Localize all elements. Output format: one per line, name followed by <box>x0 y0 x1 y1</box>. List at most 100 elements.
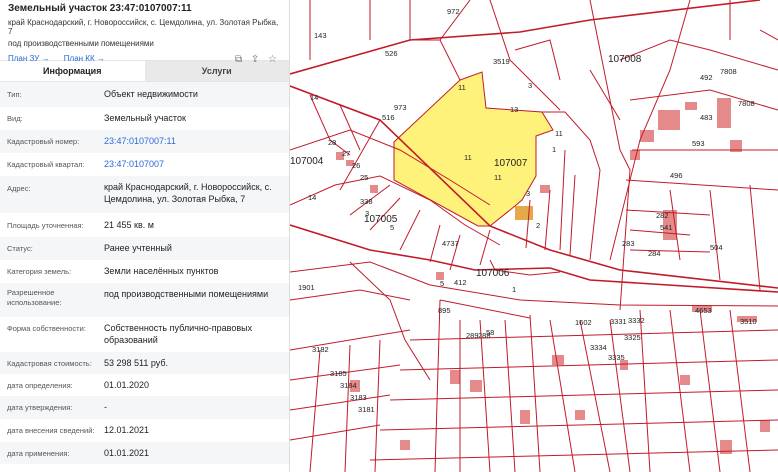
building <box>552 355 564 365</box>
table-row: дата внесения сведений: 12.01.2021 <box>0 419 289 442</box>
table-row: дата применения: 01.01.2021 <box>0 442 289 464</box>
copy-icon[interactable]: ⧉ <box>235 54 242 65</box>
row-key: Статус: <box>7 244 33 253</box>
building <box>400 440 410 450</box>
parcel-label: 4653 <box>695 306 712 315</box>
parcel-label: 3184 <box>340 381 357 390</box>
share-icon[interactable]: ⇪ <box>251 54 259 65</box>
parcel-label: 58 <box>486 328 494 337</box>
building <box>520 410 530 424</box>
parcel-label: 3185 <box>330 369 347 378</box>
building <box>370 185 378 193</box>
parcel-label: 3 <box>528 81 532 90</box>
parcel-label: 1602 <box>575 318 592 327</box>
plan-kk-link[interactable]: План КК → <box>64 54 105 63</box>
parcel-label: 496 <box>670 171 683 180</box>
table-row: Кадастровый квартал: 23:47:0107007 <box>0 153 289 176</box>
building <box>760 420 770 432</box>
cadastral-quarter-link[interactable]: 23:47:0107007 <box>104 158 284 170</box>
building <box>540 185 550 193</box>
building <box>470 380 482 392</box>
selected-parcel[interactable] <box>393 71 554 227</box>
row-key: Вид: <box>7 114 23 123</box>
parcel-label: 27 <box>342 149 350 158</box>
row-value: 21 455 кв. м <box>104 220 154 230</box>
quarter-label: 107008 <box>608 54 642 65</box>
parcel-label: 143 <box>314 31 327 40</box>
parcel-label: 1901 <box>298 283 315 292</box>
table-row: Вид: Земельный участок <box>0 107 289 130</box>
row-value: 53 298 511 руб. <box>104 358 169 368</box>
row-value: Земли населённых пунктов <box>104 266 219 276</box>
quarter-label: 107007 <box>494 158 528 169</box>
table-row: дата утверждения: - <box>0 396 289 419</box>
parcel-label: 11 <box>494 173 502 182</box>
parcel-label: 3335 <box>608 353 625 362</box>
row-value: 01.01.2020 <box>104 380 150 390</box>
row-key: Кадастровый квартал: <box>7 160 85 169</box>
info-panel: Земельный участок 23:47:0107007:11 край … <box>0 0 290 472</box>
parcel-label: 14 <box>310 93 318 102</box>
table-row: Разрешенное использование: под производс… <box>0 283 289 317</box>
table-row: Кадастровый номер: 23:47:0107007:11 <box>0 130 289 153</box>
table-row: Форма собственности: Собственность публи… <box>0 317 289 352</box>
object-purpose: под производственными помещениями <box>8 39 154 48</box>
parcel-label: 483 <box>700 113 713 122</box>
parcel-label: 13 <box>510 105 518 114</box>
object-address: край Краснодарский, г. Новороссийск, с. … <box>8 18 279 36</box>
plan-links: План ЗУ → План КК → ⧉ ⇪ ☆ <box>8 54 281 66</box>
header-icons: ⧉ ⇪ ☆ <box>229 54 277 65</box>
row-value: Собственность публично-правовых образова… <box>104 323 253 345</box>
building <box>450 370 460 384</box>
row-key: Кадастровая стоимость: <box>7 359 92 368</box>
row-key: Кадастровый номер: <box>7 137 80 146</box>
parcel-label: 3331 <box>610 317 627 326</box>
row-key: Разрешенное использование: <box>7 288 62 307</box>
map-canvas[interactable]: 972 143 526 3519 973 11 13 3 11 11 516 1… <box>290 0 778 472</box>
object-title: Земельный участок 23:47:0107007:11 <box>8 3 192 14</box>
quarter-label: 107004 <box>290 156 324 167</box>
quarter-label: 107006 <box>476 268 510 279</box>
parcel-label: 516 <box>382 113 395 122</box>
parcel-label: 3334 <box>590 343 607 352</box>
parcel-label: 338 <box>360 197 373 206</box>
parcel-label: 11 <box>464 153 472 162</box>
row-value: - <box>104 402 107 412</box>
parcel-label: 7808 <box>738 99 755 108</box>
row-key: Адрес: <box>7 184 31 193</box>
table-row: Адрес: край Краснодарский, г. Новороссий… <box>0 176 289 213</box>
row-key: дата определения: <box>7 381 73 390</box>
cadastral-number-link[interactable]: 23:47:0107007:11 <box>104 135 284 147</box>
parcel-label: 3325 <box>624 333 641 342</box>
building <box>717 98 731 128</box>
building <box>575 410 585 420</box>
parcel-label: 7808 <box>720 67 737 76</box>
parcel-label: 3181 <box>358 405 375 414</box>
parcel-label: 14 <box>308 193 316 202</box>
parcel-label: 3332 <box>628 316 645 325</box>
quarter-label: 107005 <box>364 214 398 225</box>
parcel-label: 5 <box>440 279 444 288</box>
cadastral-map[interactable]: 972 143 526 3519 973 11 13 3 11 11 516 1… <box>290 0 778 472</box>
parcel-label: 3519 <box>493 57 510 66</box>
star-icon[interactable]: ☆ <box>268 54 277 65</box>
parcel-label: 3 <box>526 189 530 198</box>
parcel-label: 593 <box>692 139 705 148</box>
row-key: дата внесения сведений: <box>7 426 95 435</box>
table-row: Площадь уточненная: 21 455 кв. м <box>0 213 289 237</box>
parcel-label: 26 <box>352 161 360 170</box>
parcel-label: 3510 <box>740 317 757 326</box>
building <box>685 102 697 110</box>
row-value: 12.01.2021 <box>104 425 150 435</box>
row-key: дата утверждения: <box>7 403 73 412</box>
building <box>515 206 533 220</box>
parcel-label: 4737 <box>442 239 459 248</box>
parcel-label: 11 <box>458 83 466 92</box>
parcel-label: 289 <box>466 331 479 340</box>
row-value: Земельный участок <box>104 113 186 123</box>
parcel-label: 28 <box>328 138 336 147</box>
parcel-label: 541 <box>660 223 673 232</box>
row-key: Категория земель: <box>7 267 72 276</box>
plan-zu-link[interactable]: План ЗУ → <box>8 54 50 63</box>
table-row: дата определения: 01.01.2020 <box>0 374 289 396</box>
